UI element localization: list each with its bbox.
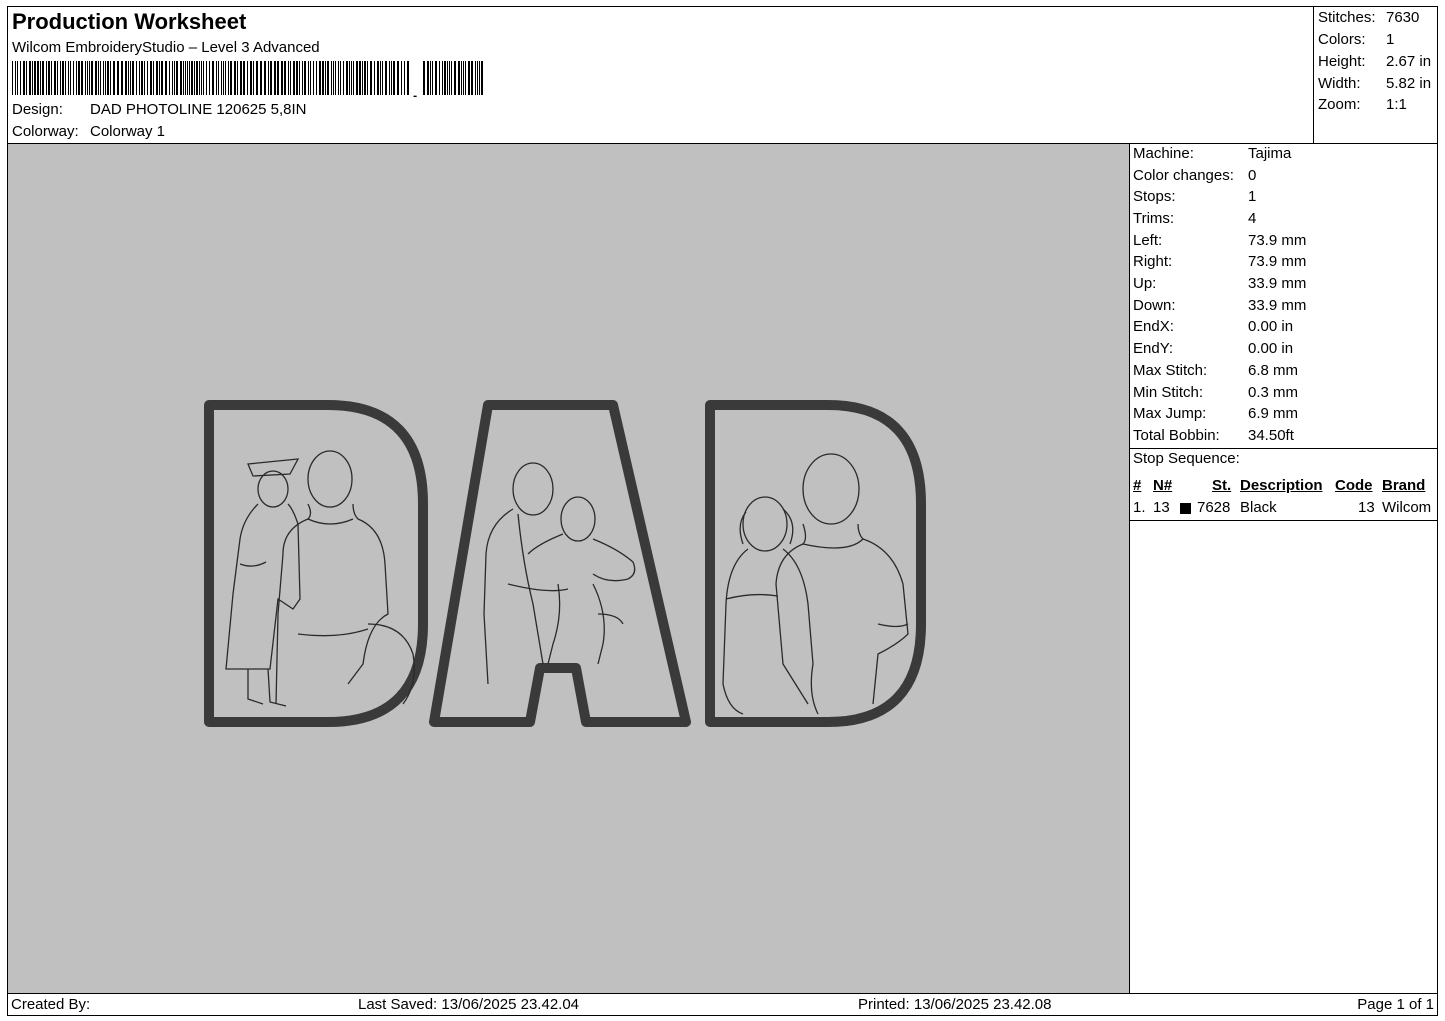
row-st: 7628 <box>1197 499 1231 516</box>
barcode: , <box>12 61 483 97</box>
col-header-code: Code <box>1335 477 1373 494</box>
colorway-label: Colorway: <box>12 123 79 140</box>
summary-zoom: Zoom: 1:1 <box>1318 96 1407 113</box>
summary-height: Height: 2.67 in <box>1318 53 1432 70</box>
info-row-total-bobbin: Total Bobbin: 34.50ft <box>1133 427 1294 444</box>
row-description: Black <box>1240 499 1277 516</box>
last-saved: Last Saved: 13/06/2025 23.42.04 <box>358 996 580 1013</box>
worksheet-title: Production Worksheet <box>12 9 247 34</box>
info-row-left: Left: 73.9 mm <box>1133 232 1307 249</box>
info-row-down: Down: 33.9 mm <box>1133 297 1307 314</box>
info-row-up: Up: 33.9 mm <box>1133 275 1307 292</box>
figure-child-right <box>722 496 819 715</box>
col-header-brand: Brand <box>1382 477 1426 494</box>
colorway-row: Colorway: Colorway 1 <box>12 123 165 140</box>
summary-panel: Stitches: 7630 Colors: 1 Height: 2.67 in Wi… <box>1313 6 1438 144</box>
letter-a <box>429 400 691 727</box>
color-swatch <box>1180 503 1191 514</box>
created-by: Created By: <box>11 996 91 1013</box>
row-code: 13 <box>1358 499 1375 516</box>
design-label: Design: <box>12 101 63 118</box>
machine-info-panel: Machine: Tajima Color changes: 0 Stops: 1 T… <box>1129 143 1438 994</box>
info-row-max-jump: Max Jump: 6.9 mm <box>1133 405 1299 422</box>
info-row-right: Right: 73.9 mm <box>1133 253 1307 270</box>
divider <box>1130 520 1437 521</box>
letter-d-right <box>705 400 926 727</box>
printed-date: Printed: 13/06/2025 23.42.08 <box>858 996 1052 1013</box>
figure-father-middle <box>483 462 569 685</box>
divider <box>1130 448 1437 449</box>
letter-d-left <box>204 400 428 727</box>
col-header-n: N# <box>1153 477 1173 494</box>
col-header-st: St. <box>1212 477 1232 494</box>
worksheet-header: Production Worksheet Wilcom EmbroiderySt… <box>7 6 1314 144</box>
design-preview-canvas <box>7 143 1130 994</box>
figure-father-left <box>275 450 415 705</box>
design-value: DAD PHOTOLINE 120625 5,8IN <box>90 101 307 118</box>
colorway-value: Colorway 1 <box>90 123 166 140</box>
col-header-description: Description <box>1240 477 1323 494</box>
info-row-max-stitch: Max Stitch: 6.8 mm <box>1133 362 1299 379</box>
info-row-trims: Trims: 4 <box>1133 210 1257 227</box>
worksheet-footer: Created By: Last Saved: 13/06/2025 23.42… <box>7 993 1438 1016</box>
row-n: 13 <box>1153 499 1170 516</box>
software-name: Wilcom EmbroideryStudio – Level 3 Advanc… <box>12 39 320 56</box>
figure-graduate-child <box>225 458 301 707</box>
design-row: Design: DAD PHOTOLINE 120625 5,8IN <box>12 101 307 118</box>
info-row-min-stitch: Min Stitch: 0.3 mm <box>1133 384 1299 401</box>
svg-text:,: , <box>412 79 418 97</box>
info-row-machine: Machine: Tajima <box>1133 145 1292 162</box>
dad-design-artwork <box>204 400 926 727</box>
figure-father-right <box>775 453 909 705</box>
info-row-color-changes: Color changes: 0 <box>1133 167 1257 184</box>
col-header-num: # <box>1133 477 1142 494</box>
info-row-endy: EndY: 0.00 in <box>1133 340 1294 357</box>
row-brand: Wilcom <box>1382 499 1432 516</box>
info-row-stops: Stops: 1 <box>1133 188 1257 205</box>
summary-stitches: Stitches: 7630 <box>1318 9 1420 26</box>
stop-sequence-title: Stop Sequence: <box>1133 450 1240 467</box>
page-number: Page 1 of 1 <box>1357 996 1434 1013</box>
info-row-endx: EndX: 0.00 in <box>1133 318 1294 335</box>
summary-colors: Colors: 1 <box>1318 31 1395 48</box>
summary-width: Width: 5.82 in <box>1318 75 1432 92</box>
row-num: 1. <box>1133 499 1146 516</box>
figure-child-middle <box>527 496 636 665</box>
